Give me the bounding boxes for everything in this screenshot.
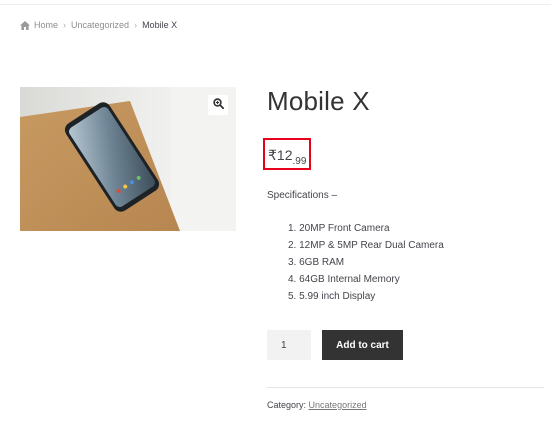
product-meta: Category: Uncategorized: [267, 400, 367, 410]
product-price: ₹12.99: [268, 147, 307, 167]
add-to-cart-button[interactable]: Add to cart: [322, 330, 403, 360]
spec-item: 2. 12MP & 5MP Rear Dual Camera: [288, 240, 444, 251]
product-image[interactable]: [20, 87, 236, 231]
spec-item: 4. 64GB Internal Memory: [288, 274, 400, 285]
specifications-list: 1. 20MP Front Camera 2. 12MP & 5MP Rear …: [288, 220, 444, 305]
category-link[interactable]: Uncategorized: [309, 400, 367, 410]
spec-item: 1. 20MP Front Camera: [288, 223, 390, 234]
breadcrumb-current: Mobile X: [142, 20, 178, 30]
header-divider: [0, 4, 551, 5]
quantity-input[interactable]: [267, 330, 311, 360]
breadcrumb-separator: ›: [134, 20, 138, 30]
spec-item: 3. 6GB RAM: [288, 257, 345, 268]
home-icon: [20, 20, 30, 30]
meta-divider: [267, 387, 544, 388]
price-cents: .99: [292, 156, 307, 167]
specifications-heading: Specifications –: [267, 190, 338, 201]
breadcrumb-category-link[interactable]: Uncategorized: [71, 20, 129, 30]
breadcrumb: Home › Uncategorized › Mobile X: [20, 20, 177, 30]
product-title: Mobile X: [267, 86, 370, 116]
breadcrumb-home-link[interactable]: Home: [34, 20, 58, 30]
zoom-icon: [212, 96, 224, 114]
category-label: Category:: [267, 400, 307, 410]
spec-item: 5. 5.99 inch Display: [288, 291, 376, 302]
zoom-button[interactable]: [208, 95, 228, 115]
breadcrumb-separator: ›: [63, 20, 67, 30]
price-main: ₹12: [268, 147, 293, 163]
